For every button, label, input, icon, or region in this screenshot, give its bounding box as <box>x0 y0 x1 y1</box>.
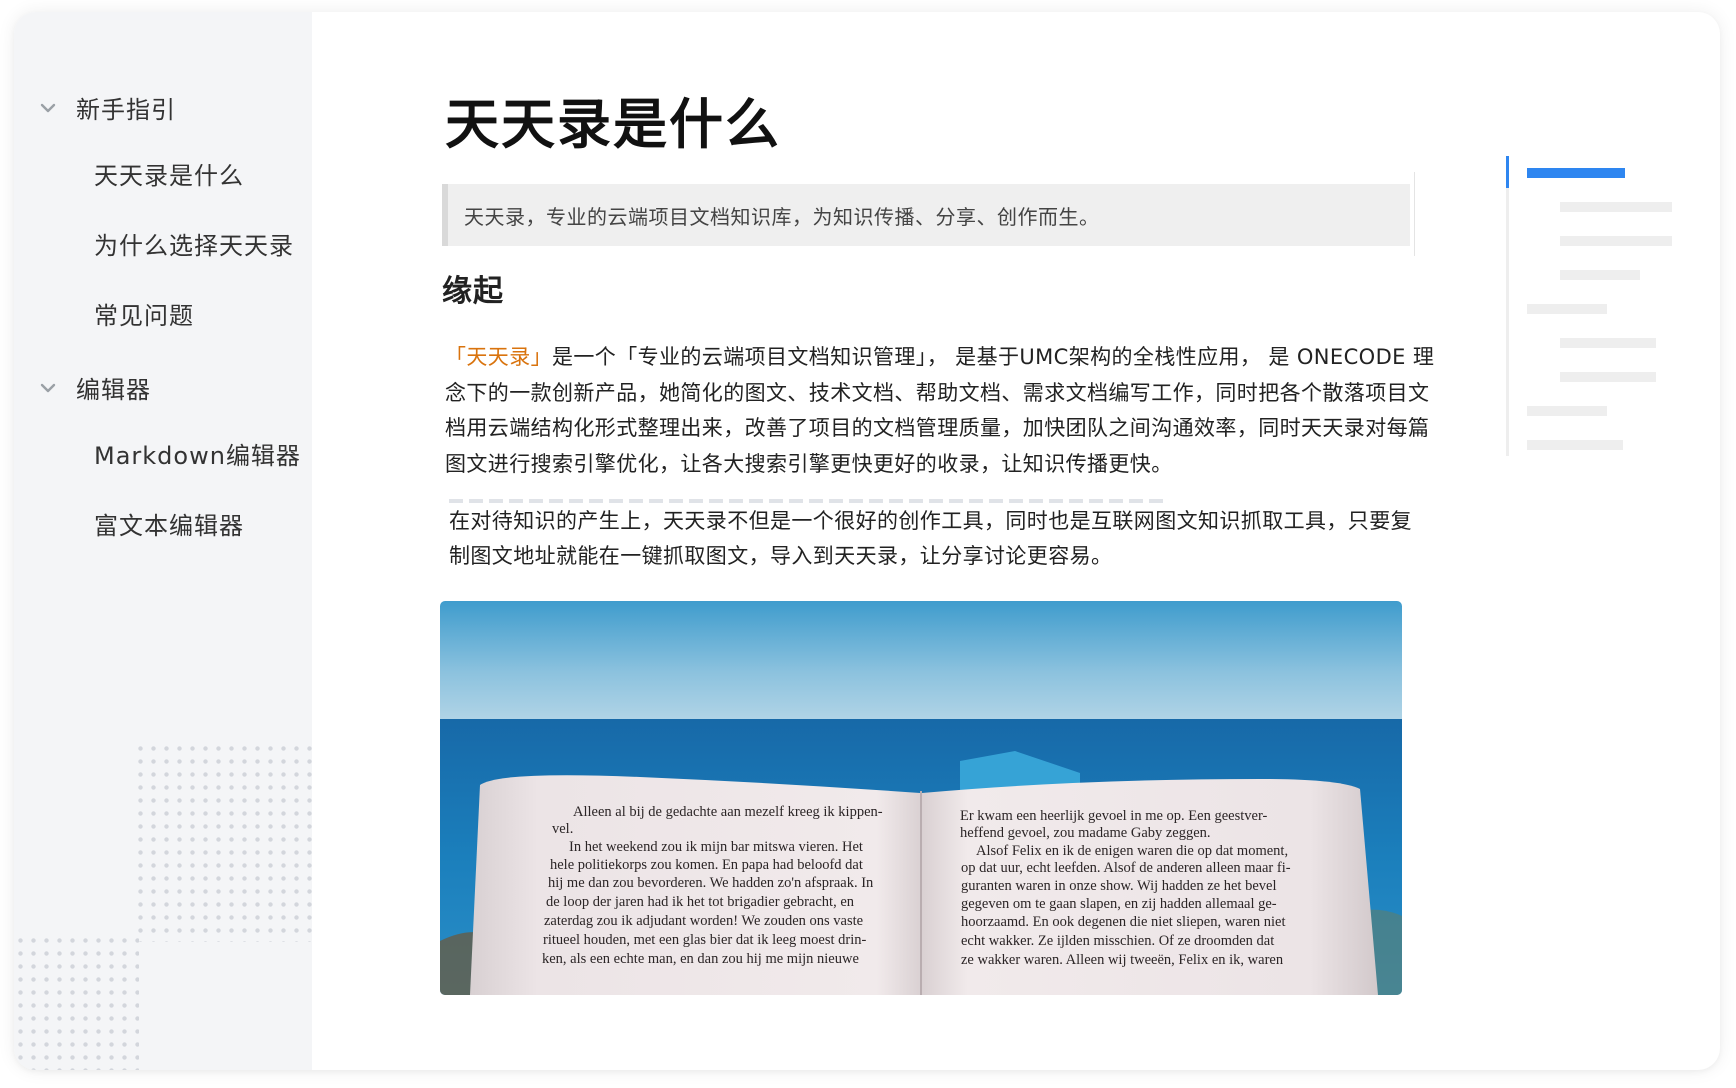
book-text-line: de loop der jaren had ik het tot brigadi… <box>546 894 855 910</box>
toc-active-indicator <box>1506 156 1509 188</box>
sidebar: 新手指引 天天录是什么 为什么选择天天录 常见问题 编辑器 Markdown编辑… <box>14 12 312 1070</box>
toc-entry[interactable] <box>1560 338 1656 348</box>
toc-entry[interactable] <box>1560 372 1656 382</box>
dot-pattern-decoration <box>14 934 139 1070</box>
book-text-line: Alsof Felix en ik de enigen waren die op… <box>976 843 1288 859</box>
book-text-line: hele politiekorps zou komen. En papa had… <box>550 857 863 873</box>
chevron-down-icon <box>36 376 60 400</box>
book-text-line: gegeven om te gaan slapen, en zij hadden… <box>961 896 1277 912</box>
book-text-line: Er kwam een heerlijk gevoel in me op. Ee… <box>960 808 1267 824</box>
sidebar-group-label: 新手指引 <box>76 96 176 124</box>
toc-track <box>1506 156 1509 456</box>
book-text-line: heffend gevoel, zou madame Gaby zeggen. <box>960 825 1211 841</box>
book-text-line: op dat uur, echt leefden. Alsof de ander… <box>961 860 1291 876</box>
second-paragraph: 在对待知识的产生上，天天录不但是一个很好的创作工具，同时也是互联网图文知识抓取工… <box>449 509 1412 568</box>
divider <box>1414 172 1415 256</box>
app-window: 新手指引 天天录是什么 为什么选择天天录 常见问题 编辑器 Markdown编辑… <box>14 12 1720 1070</box>
book-text-line: guranten waren in onze show. Wij hadden … <box>961 878 1276 894</box>
sidebar-group-label: 编辑器 <box>76 376 151 404</box>
article-image: Alleen al bij de gedachte aan mezelf kre… <box>440 601 1402 995</box>
book-text-line: ze wakker waren. Alleen wij tweeën, Feli… <box>961 952 1284 968</box>
article-content: 天天录是什么 天天录，专业的云端项目文档知识库，为知识传播、分享、创作而生。 缘… <box>312 12 1720 1070</box>
sidebar-item-richtext-editor[interactable]: 富文本编辑器 <box>94 506 244 541</box>
book-text-line: ritueel houden, met een glas bier dat ik… <box>543 932 866 948</box>
sidebar-group-editor[interactable]: 编辑器 <box>36 370 151 405</box>
toc-entry[interactable] <box>1527 440 1623 450</box>
book-text-line: In het weekend zou ik mijn bar mitswa vi… <box>569 839 863 855</box>
highlight-text: 「天天录」 <box>445 345 552 369</box>
toc-entry[interactable] <box>1560 202 1672 212</box>
sidebar-item-faq[interactable]: 常见问题 <box>94 296 194 331</box>
chevron-down-icon <box>36 96 60 120</box>
sidebar-group-guide[interactable]: 新手指引 <box>36 90 176 125</box>
book-text-line: zaterdag zou ik adjudant worden! We zoud… <box>544 913 863 929</box>
blockquote: 天天录，专业的云端项目文档知识库，为知识传播、分享、创作而生。 <box>442 184 1410 246</box>
section-heading: 缘起 <box>442 274 504 309</box>
toc-entry[interactable] <box>1527 304 1607 314</box>
faded-text-line <box>449 499 1169 503</box>
book-text-line: hij me dan zou bevorderen. We hadden zo'… <box>548 875 874 891</box>
book-text-line: hoorzaamd. En ook degenen die niet sliep… <box>961 914 1286 930</box>
dot-pattern-decoration <box>134 742 312 942</box>
toc-entry[interactable] <box>1560 236 1672 246</box>
toc-entry[interactable] <box>1527 406 1607 416</box>
book-text-line: vel. <box>552 821 573 837</box>
paragraph-text: 是一个「专业的云端项目文档知识管理」， 是基于UMC架构的全栈性应用， 是 ON… <box>445 345 1435 476</box>
page-title: 天天录是什么 <box>445 93 781 156</box>
book-text-line: ken, als een echte man, en dan zou hij m… <box>542 951 859 967</box>
sidebar-item-what-is[interactable]: 天天录是什么 <box>94 156 244 191</box>
book-text-line: echt wakker. Ze ijlden misschien. Of ze … <box>961 933 1274 949</box>
book-text-line: Alleen al bij de gedachte aan mezelf kre… <box>573 804 883 820</box>
toc-entry[interactable] <box>1560 270 1640 280</box>
sidebar-item-why-choose[interactable]: 为什么选择天天录 <box>94 226 294 261</box>
sidebar-item-markdown-editor[interactable]: Markdown编辑器 <box>94 436 301 471</box>
toc-entry-active[interactable] <box>1527 168 1625 178</box>
intro-paragraph: 「天天录」是一个「专业的云端项目文档知识管理」， 是基于UMC架构的全栈性应用，… <box>445 340 1435 482</box>
